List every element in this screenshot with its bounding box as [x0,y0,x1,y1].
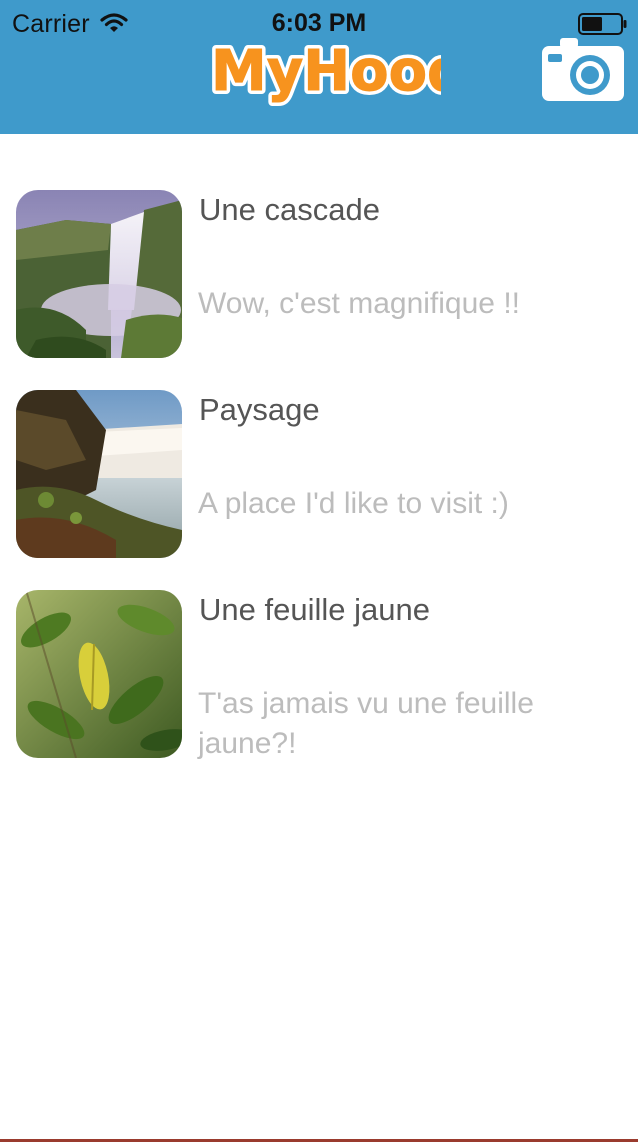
myhood-logo: MyHood MyHood [207,35,441,108]
list-item[interactable]: Paysage A place I'd like to visit :) [0,390,638,590]
landscape-photo [16,390,182,558]
battery-icon [578,13,627,35]
camera-button[interactable] [540,38,626,102]
item-description: Wow, c'est magnifique !! [198,287,520,320]
top-bar: Carrier 6:03 PM MyHood MyHood [0,0,638,134]
waterfall-photo [16,190,182,358]
item-title: Une feuille jaune [199,592,430,627]
list-item[interactable]: Une feuille jaune T'as jamais vu une feu… [0,590,638,790]
yellow-leaf-photo [16,590,182,758]
camera-icon [542,38,624,101]
item-description: T'as jamais vu une feuille jaune?! [198,687,534,760]
list-item[interactable]: Une cascade Wow, c'est magnifique !! [0,190,638,390]
item-title: Paysage [199,392,320,427]
item-title: Une cascade [199,192,380,227]
item-description: A place I'd like to visit :) [198,487,509,520]
svg-text:MyHood: MyHood [211,39,441,104]
feed-list: Une cascade Wow, c'est magnifique !! Pay… [0,190,638,790]
